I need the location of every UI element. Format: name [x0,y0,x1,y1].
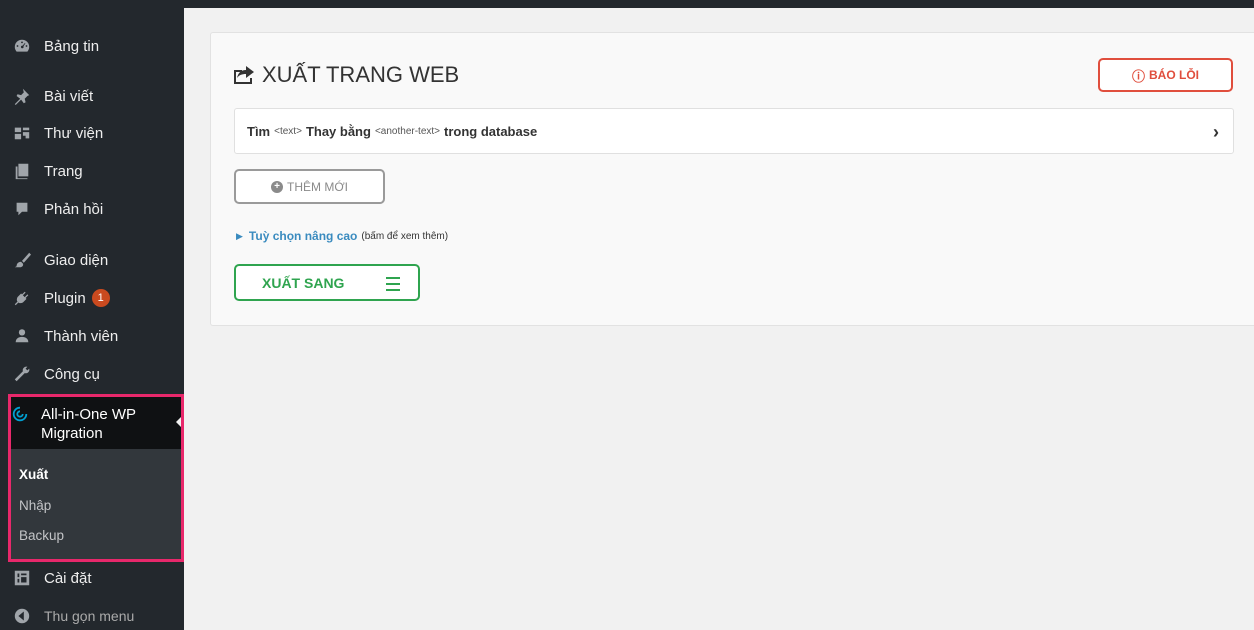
caret-right-icon: ▶ [236,230,243,241]
replace-label: Thay bằng [305,123,371,139]
sidebar-item-comments[interactable]: Phản hồi [0,193,184,225]
advanced-options-toggle[interactable]: ▶ Tuỳ chọn nâng cao (bấm để xem thêm) [236,229,448,243]
plugin-icon [12,288,32,308]
export-to-label: XUẤT SANG [262,274,345,291]
sidebar-item-tools[interactable]: Công cụ [0,358,184,390]
sidebar-item-settings[interactable]: Cài đặt [0,562,184,594]
export-icon [234,66,254,84]
add-new-label: THÊM MỚI [287,179,348,194]
sidebar-item-label: Công cụ [44,365,100,383]
find-replace-row[interactable]: Tìm <text> Thay bằng <another-text> tron… [234,108,1234,154]
find-placeholder: <text> [274,125,302,137]
advanced-options-link[interactable]: Tuỳ chọn nâng cao [249,229,357,243]
report-error-button[interactable]: ⓘ BÁO LỖI [1098,58,1233,92]
alert-circle-icon: ⓘ [1131,68,1145,84]
page-icon [12,161,32,181]
export-to-button[interactable]: XUẤT SANG [234,264,420,301]
sidebar-item-label: Giao diện [44,251,109,269]
page-title: XUẤT TRANG WEB [232,60,459,90]
brush-icon [12,250,32,270]
sidebar-item-label: Trang [44,162,83,180]
database-suffix: trong database [444,123,538,139]
sidebar-item-posts[interactable]: Bài viết [0,80,184,112]
page-title-text: XUẤT TRANG WEB [262,62,460,87]
plus-circle-icon: + [271,180,284,193]
collapse-menu-button[interactable]: Thu gọn menu [0,600,184,630]
sidebar-item-label: Thư viện [44,124,104,142]
chevron-right-icon[interactable]: › [1213,122,1219,143]
sidebar-item-media[interactable]: Thư viện [0,117,184,149]
sidebar-item-plugins[interactable]: Plugin 1 [0,282,184,314]
sidebar-item-pages[interactable]: Trang [0,155,184,187]
settings-icon [12,568,32,588]
comment-icon [12,199,32,219]
sidebar-item-appearance[interactable]: Giao diện [0,244,184,276]
add-new-button[interactable]: + THÊM MỚI [234,169,385,204]
menu-icon [386,277,400,295]
admin-top-bar [0,0,1254,8]
advanced-options-hint: (bấm để xem thêm) [361,230,449,242]
sidebar-item-label: Phản hồi [44,200,104,218]
admin-sidebar: Bảng tin Bài viết Thư viện Trang Phản hồ… [0,0,184,630]
pin-icon [12,86,32,106]
wrench-icon [12,364,32,384]
sidebar-item-label: Bảng tin [44,37,100,55]
dashboard-icon [12,36,32,56]
find-label: Tìm [247,123,271,139]
sidebar-item-users[interactable]: Thành viên [0,320,184,352]
media-icon [12,123,32,143]
users-icon [12,326,32,346]
report-error-label: BÁO LỖI [1149,68,1199,82]
sidebar-item-label: Bài viết [44,87,94,105]
replace-placeholder: <another-text> [374,125,440,137]
sidebar-item-label: Thu gọn menu [44,608,135,624]
sidebar-item-label: Thành viên [44,327,119,345]
collapse-icon [12,606,32,626]
update-count-badge: 1 [91,289,110,307]
sidebar-item-label: Plugin [44,289,86,307]
sidebar-item-dashboard[interactable]: Bảng tin [0,30,184,62]
highlight-box [8,394,184,562]
sidebar-item-label: Cài đặt [44,569,92,587]
